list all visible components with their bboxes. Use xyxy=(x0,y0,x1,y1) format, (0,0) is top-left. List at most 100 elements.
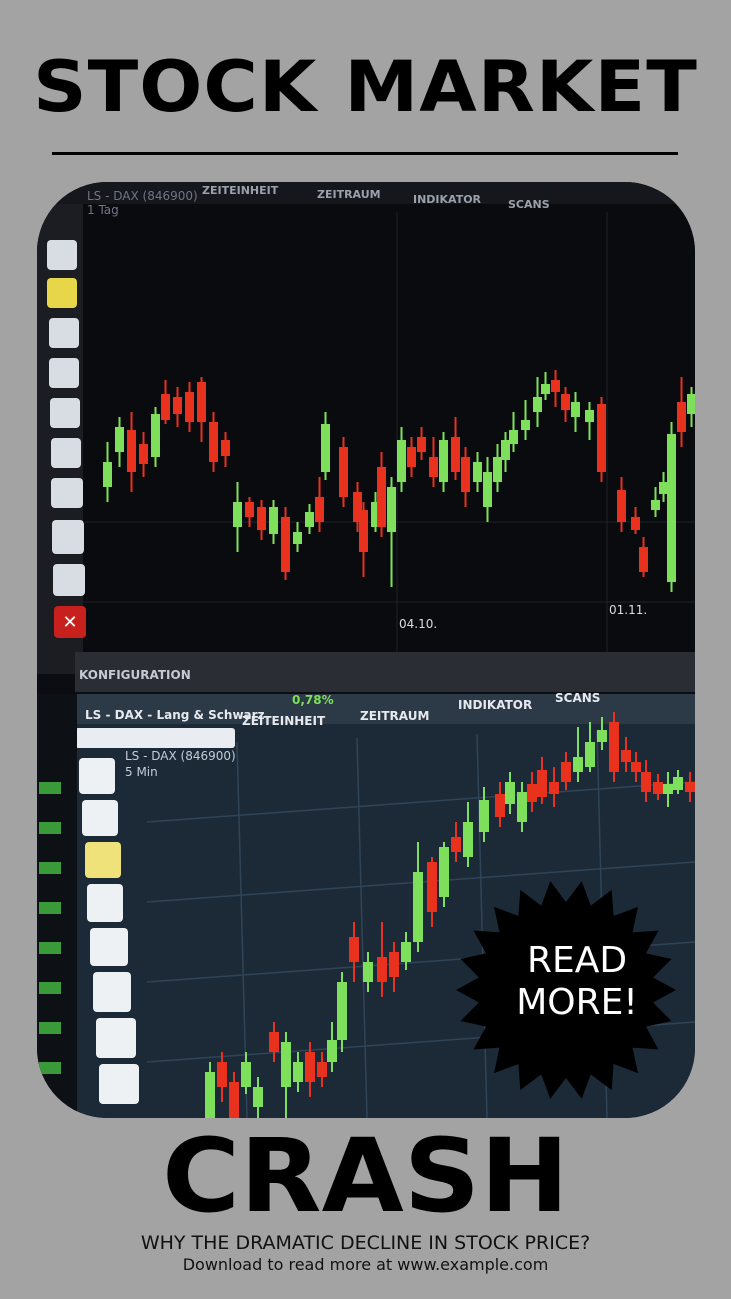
candle-body xyxy=(571,402,580,417)
date-label-1: 04.10. xyxy=(399,617,437,631)
candle-body xyxy=(397,440,406,482)
date-label-2: 01.11. xyxy=(609,603,647,617)
candle-body xyxy=(139,444,148,464)
candle-body xyxy=(573,757,583,772)
candle-body xyxy=(585,410,594,422)
bottom-interval: 5 Min xyxy=(125,765,158,779)
candle-body xyxy=(339,447,348,497)
read-more-line[interactable]: READ xyxy=(452,940,702,982)
candle-body xyxy=(377,467,386,527)
candle-body xyxy=(639,547,648,572)
bottom-menu-scans: SCANS xyxy=(555,691,600,705)
candle-body xyxy=(281,1042,291,1087)
candle-body xyxy=(551,380,560,392)
candle-body xyxy=(151,414,160,457)
candle-body xyxy=(363,962,373,982)
top-interval: 1 Tag xyxy=(87,203,119,217)
candle-body xyxy=(651,500,660,510)
candle-body xyxy=(509,430,518,444)
candle-body xyxy=(479,800,489,832)
candle-body xyxy=(413,872,423,942)
candle-body xyxy=(281,517,290,572)
candle-body xyxy=(253,1087,263,1107)
candle-body xyxy=(229,1082,239,1118)
candle-body xyxy=(451,837,461,852)
candle-body xyxy=(389,952,399,977)
candle-body xyxy=(359,510,368,552)
candle-body xyxy=(305,512,314,527)
download-text: Download to read more at www.example.com xyxy=(182,1255,549,1274)
candle-body xyxy=(293,532,302,544)
candle-body xyxy=(621,750,631,762)
candle-body xyxy=(653,782,663,794)
candle-body xyxy=(245,502,254,517)
candle-body xyxy=(483,472,492,507)
candle-body xyxy=(495,794,505,817)
candle-body xyxy=(269,507,278,534)
candle-body xyxy=(617,490,626,522)
candle-body xyxy=(185,392,194,422)
candle-body xyxy=(233,502,242,527)
candle-body xyxy=(173,397,182,414)
candle-body xyxy=(517,792,527,822)
candle-body xyxy=(461,457,470,492)
candle-body xyxy=(439,847,449,897)
candle-body xyxy=(127,430,136,472)
candle-body xyxy=(321,424,330,472)
candle-body xyxy=(541,384,550,394)
candle-body xyxy=(115,427,124,452)
candle-body xyxy=(315,497,324,522)
candle-body xyxy=(521,420,530,430)
candle-body xyxy=(209,422,218,462)
top-menu-zeiteinheit: ZEITEINHEIT xyxy=(202,184,279,197)
candle-body xyxy=(293,1062,303,1082)
bottom-menu-zeiteinheit: ZEITEINHEIT xyxy=(242,714,326,728)
candle-body xyxy=(667,434,676,582)
candle-body xyxy=(377,957,387,982)
candle-body xyxy=(241,1062,251,1087)
candle-body xyxy=(685,782,695,792)
candle-body xyxy=(349,937,359,962)
candle-body xyxy=(473,462,482,482)
candle-body xyxy=(401,942,411,962)
svg-text:✕: ✕ xyxy=(62,612,77,633)
candle-body xyxy=(687,394,695,414)
candle-body xyxy=(609,722,619,772)
candle-body xyxy=(439,440,448,482)
candle-body xyxy=(597,730,607,742)
candle-body xyxy=(337,982,347,1040)
candle-body xyxy=(317,1062,327,1077)
candle-body xyxy=(407,447,416,467)
candle-body xyxy=(451,437,460,472)
bottom-menu-indikator: INDIKATOR xyxy=(458,698,532,712)
candle-body xyxy=(663,784,673,794)
candle-body xyxy=(221,440,230,456)
candle-body xyxy=(597,404,606,472)
crash-title: CRASH xyxy=(162,1117,569,1236)
top-menu-indikator: INDIKATOR xyxy=(413,193,482,206)
candle-body xyxy=(463,822,473,857)
candle-body xyxy=(659,482,668,494)
candle-body xyxy=(427,862,437,912)
candle-body xyxy=(561,394,570,410)
top-symbol: LS - DAX (846900) xyxy=(87,189,198,203)
bottom-menu-zeitraum: ZEITRAUM xyxy=(360,709,429,723)
candle-body xyxy=(327,1040,337,1062)
read-more-label[interactable]: READ MORE! xyxy=(452,940,702,1024)
candle-body xyxy=(161,394,170,420)
candle-body xyxy=(673,777,683,790)
read-more-line[interactable]: MORE! xyxy=(452,982,702,1024)
candle-body xyxy=(269,1032,279,1052)
candle-body xyxy=(527,784,537,802)
subheadline: WHY THE DRAMATIC DECLINE IN STOCK PRICE? xyxy=(140,1232,591,1254)
candle-body xyxy=(205,1072,215,1118)
candle-body xyxy=(501,440,510,460)
candle-body xyxy=(631,517,640,530)
candle-body xyxy=(561,762,571,782)
candle-body xyxy=(257,507,266,530)
divider-rule xyxy=(52,152,678,155)
candle-body xyxy=(387,487,396,532)
candle-body xyxy=(677,402,686,432)
candle-body xyxy=(505,782,515,804)
candle-body xyxy=(549,782,559,794)
